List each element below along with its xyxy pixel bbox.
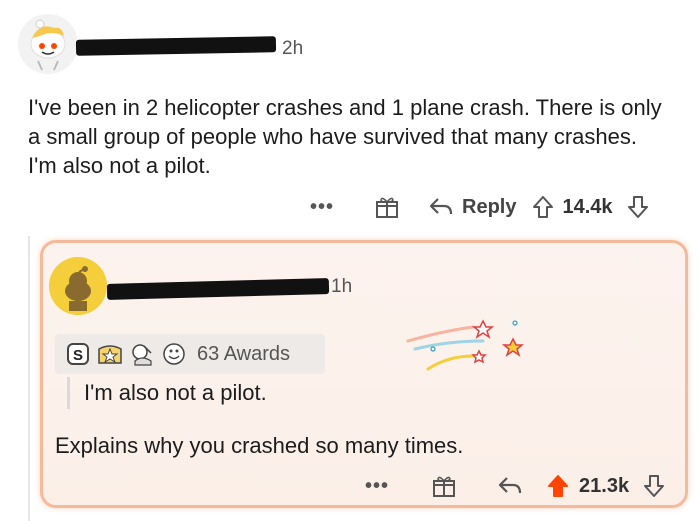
reply-arrow-icon[interactable]	[428, 196, 454, 218]
award-icon	[97, 341, 123, 367]
more-options-button[interactable]: •••	[310, 196, 334, 219]
comment-body: Explains why you crashed so many times.	[55, 433, 464, 458]
comment-timestamp: 1h	[331, 276, 353, 297]
reply-arrow-icon[interactable]	[497, 475, 523, 497]
redacted-username	[75, 36, 277, 56]
upvote-icon[interactable]	[547, 474, 569, 498]
awards-bar[interactable]: S 63 Awards	[55, 334, 325, 374]
more-options-button[interactable]: •••	[365, 475, 389, 498]
reply-button[interactable]: Reply	[462, 196, 516, 219]
vote-count: 21.3k	[579, 474, 630, 497]
svg-text:S: S	[73, 347, 83, 364]
downvote-icon[interactable]	[643, 474, 665, 498]
vote-count: 14.4k	[562, 195, 613, 218]
downvote-icon[interactable]	[627, 195, 649, 219]
award-icon	[129, 341, 155, 367]
gift-icon[interactable]	[431, 473, 457, 499]
thread-line[interactable]	[28, 236, 30, 521]
comment-actions: ••• 21.3k	[365, 471, 665, 501]
comment-actions: ••• Reply 14.4k	[310, 192, 649, 222]
upvote-icon[interactable]	[532, 195, 554, 219]
comment-body: I've been in 2 helicopter crashes and 1 …	[28, 95, 662, 178]
redacted-username	[106, 278, 330, 300]
award-icon	[161, 341, 187, 367]
award-icon: S	[65, 341, 91, 367]
snoo-avatar-icon[interactable]	[49, 257, 107, 315]
quoted-text: I'm also not a pilot.	[67, 377, 267, 409]
awards-count: 63 Awards	[197, 342, 291, 365]
snoo-avatar-icon[interactable]	[18, 14, 78, 74]
sparkle-icon	[403, 311, 543, 386]
top-comment: 2h I've been in 2 helicopter crashes and…	[0, 0, 700, 235]
comment-timestamp: 2h	[282, 38, 304, 59]
gift-icon[interactable]	[374, 194, 400, 220]
reply-comment: 1h S 63 Awards I'm also not a pilot. Exp…	[40, 240, 688, 508]
